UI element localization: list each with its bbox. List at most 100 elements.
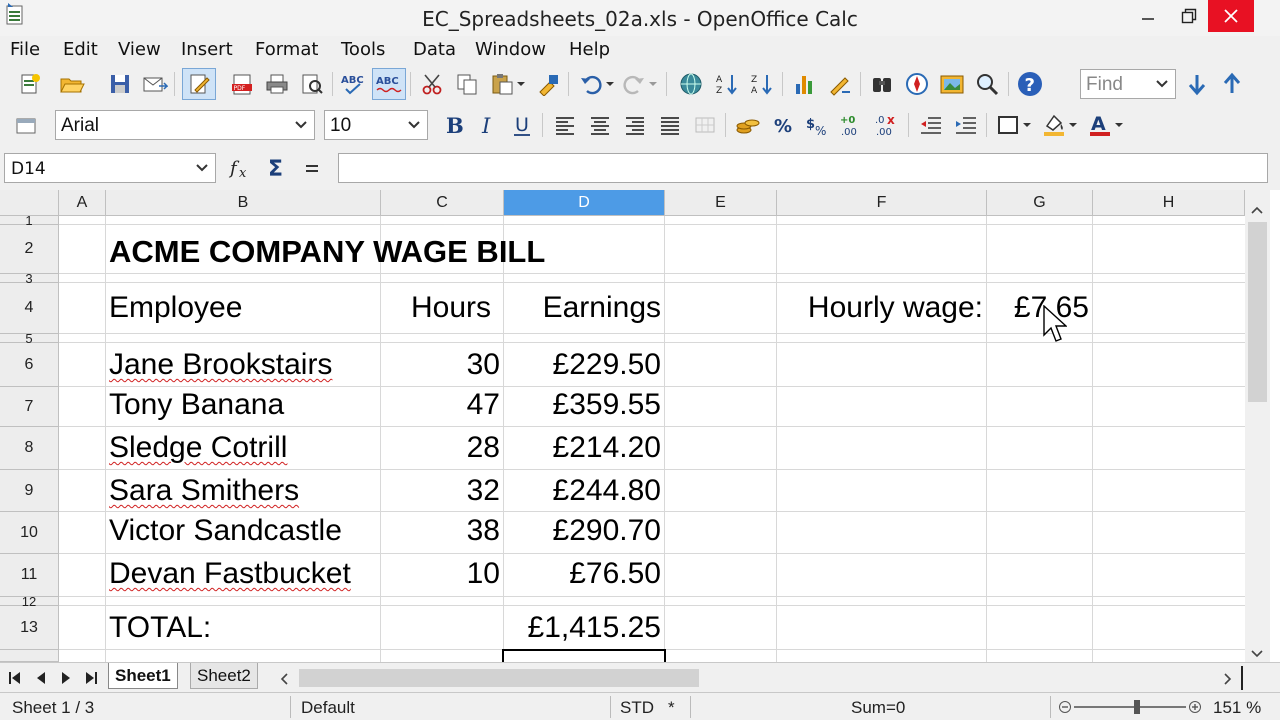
find-previous-icon[interactable] — [1218, 70, 1246, 98]
row-header-1[interactable]: 1 — [0, 213, 59, 228]
row-header-4[interactable]: 4 — [0, 283, 59, 334]
hourly-wage-value-cell[interactable]: £7.65 — [987, 291, 1089, 325]
save-icon[interactable] — [106, 70, 134, 98]
row-header-12[interactable]: 12 — [0, 594, 59, 609]
page-preview-icon[interactable] — [298, 70, 326, 98]
sheet-tab-sheet2[interactable]: Sheet2 — [190, 663, 258, 689]
draw-functions-icon[interactable] — [826, 70, 854, 98]
restore-button[interactable] — [1166, 0, 1212, 32]
column-header-g[interactable]: G — [987, 190, 1093, 216]
font-size-select[interactable]: 10 — [324, 110, 428, 140]
row-header-8[interactable]: 8 — [0, 427, 59, 470]
paste-dropdown-icon[interactable] — [514, 70, 528, 98]
undo-dropdown-icon[interactable] — [603, 70, 617, 98]
chart-icon[interactable] — [791, 70, 819, 98]
column-header-d[interactable]: D — [504, 190, 665, 216]
increase-indent-icon[interactable] — [952, 111, 980, 139]
row-header-13[interactable]: 13 — [0, 606, 59, 650]
employee-hours-cell[interactable]: 10 — [381, 557, 500, 591]
menu-insert[interactable]: Insert — [181, 39, 233, 60]
formula-input[interactable] — [338, 153, 1268, 183]
name-box[interactable]: D14 — [4, 153, 216, 183]
background-color-icon[interactable] — [1040, 111, 1068, 139]
employee-name-cell[interactable]: Victor Sandcastle — [109, 514, 342, 548]
zoom-out-icon[interactable] — [1058, 699, 1072, 719]
employee-hours-cell[interactable]: 47 — [381, 388, 500, 422]
vertical-scrollbar[interactable] — [1245, 190, 1270, 662]
delete-decimal-icon[interactable]: .0 x .00 — [874, 111, 902, 139]
email-icon[interactable] — [141, 70, 169, 98]
selection-mode-status[interactable]: STD — [620, 698, 654, 718]
row-header-3[interactable]: 3 — [0, 271, 59, 286]
zoom-slider-knob[interactable] — [1134, 700, 1140, 714]
percent-format-icon[interactable]: % — [769, 111, 797, 139]
new-document-icon[interactable] — [16, 70, 44, 98]
bold-icon[interactable]: B — [439, 111, 467, 139]
employee-name-cell[interactable]: Devan Fastbucket — [109, 557, 351, 591]
page-style-status[interactable]: Default — [301, 698, 355, 718]
function-equals-icon[interactable] — [298, 154, 326, 182]
hours-header-cell[interactable]: Hours — [381, 291, 491, 325]
menu-file[interactable]: File — [10, 39, 40, 60]
minimize-button[interactable] — [1125, 0, 1171, 32]
vertical-scroll-thumb[interactable] — [1248, 222, 1267, 402]
open-folder-icon[interactable] — [58, 70, 86, 98]
name-box-dropdown-icon[interactable] — [189, 154, 215, 182]
employee-name-cell[interactable]: Sara Smithers — [109, 474, 299, 508]
justify-icon[interactable] — [656, 111, 684, 139]
row-header-7[interactable]: 7 — [0, 387, 59, 427]
column-header-f[interactable]: F — [777, 190, 987, 216]
menu-tools[interactable]: Tools — [341, 39, 385, 60]
menu-data[interactable]: Data — [413, 39, 456, 60]
navigator-icon[interactable] — [903, 70, 931, 98]
column-header-c[interactable]: C — [381, 190, 504, 216]
next-sheet-icon[interactable] — [55, 668, 77, 688]
column-header-h[interactable]: H — [1093, 190, 1245, 216]
background-color-dropdown-icon[interactable] — [1066, 111, 1080, 139]
total-value-cell[interactable]: £1,415.25 — [504, 611, 661, 645]
font-size-dropdown-icon[interactable] — [401, 111, 427, 139]
horizontal-scrollbar[interactable] — [275, 667, 1240, 689]
employee-name-cell[interactable]: Jane Brookstairs — [109, 348, 332, 382]
font-color-icon[interactable]: A — [1086, 111, 1114, 139]
currency-format-icon[interactable] — [734, 111, 762, 139]
decrease-indent-icon[interactable] — [917, 111, 945, 139]
column-header-a[interactable]: A — [59, 190, 106, 216]
align-center-icon[interactable] — [586, 111, 614, 139]
align-right-icon[interactable] — [621, 111, 649, 139]
row-header-10[interactable]: 10 — [0, 512, 59, 554]
scroll-left-icon[interactable] — [279, 671, 289, 690]
row-header-14[interactable] — [0, 650, 59, 662]
export-pdf-icon[interactable]: PDF — [228, 70, 256, 98]
autospellcheck-icon[interactable]: ABC — [372, 68, 406, 100]
underline-icon[interactable]: U — [508, 111, 536, 139]
employee-earnings-cell[interactable]: £290.70 — [504, 514, 661, 548]
row-header-5[interactable]: 5 — [0, 331, 59, 346]
hyperlink-icon[interactable] — [677, 70, 705, 98]
split-handle[interactable] — [1241, 666, 1243, 690]
gallery-icon[interactable] — [938, 70, 966, 98]
row-header-9[interactable]: 9 — [0, 470, 59, 512]
font-name-select[interactable]: Arial — [55, 110, 315, 140]
menu-edit[interactable]: Edit — [63, 39, 98, 60]
sum-icon[interactable]: Σ — [263, 154, 291, 182]
employee-hours-cell[interactable]: 32 — [381, 474, 500, 508]
sort-ascending-icon[interactable]: AZ — [713, 70, 741, 98]
edit-file-icon[interactable] — [182, 68, 216, 100]
cut-icon[interactable] — [418, 70, 446, 98]
borders-dropdown-icon[interactable] — [1020, 111, 1034, 139]
scroll-right-icon[interactable] — [1223, 671, 1233, 690]
function-wizard-icon[interactable]: fx — [228, 154, 256, 182]
sheet-tab-sheet1[interactable]: Sheet1 — [108, 663, 178, 689]
standard-format-icon[interactable]: $% — [804, 111, 832, 139]
active-cell-cursor[interactable] — [502, 649, 666, 662]
spellcheck-icon[interactable]: ABC — [340, 70, 368, 98]
menu-view[interactable]: View — [118, 39, 161, 60]
employee-hours-cell[interactable]: 28 — [381, 431, 500, 465]
employee-hours-cell[interactable]: 38 — [381, 514, 500, 548]
help-icon[interactable]: ? — [1016, 70, 1044, 98]
find-dropdown-icon[interactable] — [1149, 70, 1175, 98]
font-color-dropdown-icon[interactable] — [1112, 111, 1126, 139]
borders-icon[interactable] — [994, 111, 1022, 139]
menu-help[interactable]: Help — [569, 39, 610, 60]
